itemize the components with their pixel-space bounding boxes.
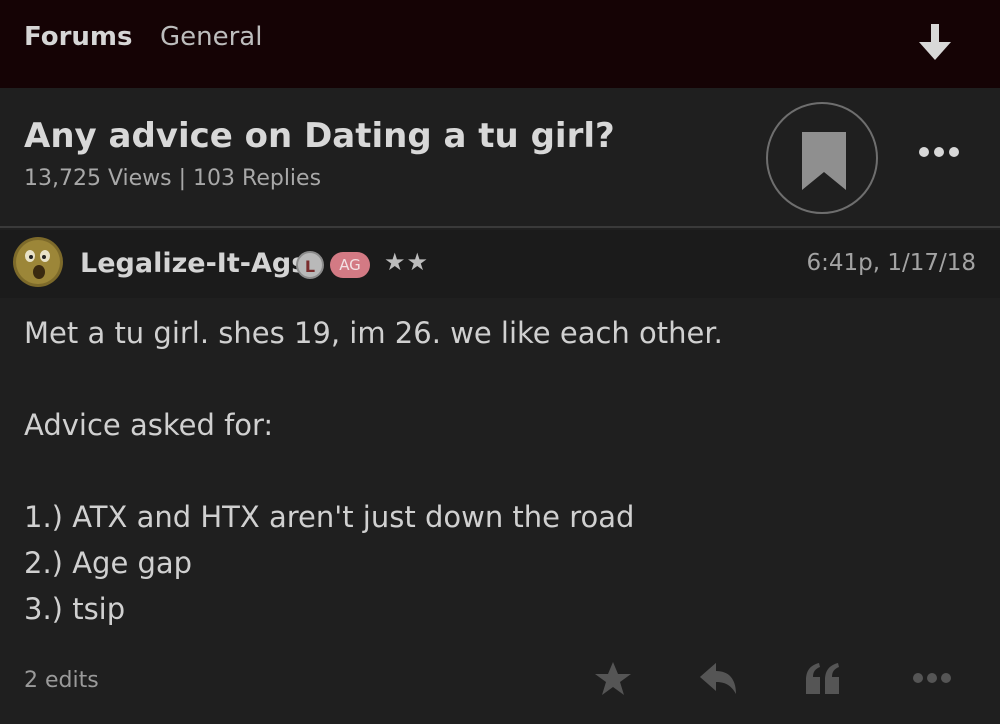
quote-icon[interactable] (804, 660, 842, 702)
post-line: Advice asked for: (24, 408, 274, 442)
reply-icon[interactable] (698, 660, 738, 702)
thread-stats: 13,725 Views | 103 Replies (24, 166, 322, 191)
breadcrumb-forums[interactable]: Forums (24, 22, 132, 52)
bookmark-icon (802, 132, 846, 190)
badge-l-text: L (304, 257, 316, 276)
arrow-down-icon[interactable] (914, 20, 956, 64)
top-navigation-bar: Forums General (0, 0, 1000, 88)
thread-header: Any advice on Dating a tu girl? 13,725 V… (0, 88, 1000, 228)
bookmark-button[interactable] (766, 102, 878, 214)
thread-title: Any advice on Dating a tu girl? (24, 116, 615, 156)
post-line: Met a tu girl. shes 19, im 26. we like e… (24, 316, 723, 350)
badge-ag: AG (330, 252, 370, 278)
post-line: 3.) tsip (24, 592, 126, 626)
rating-stars: ★★ (384, 248, 430, 276)
avatar[interactable] (12, 236, 64, 288)
post-timestamp: 6:41p, 1/17/18 (806, 250, 976, 276)
more-icon[interactable] (912, 670, 952, 689)
breadcrumb-general[interactable]: General (160, 22, 262, 52)
star-icon[interactable] (594, 660, 632, 702)
badge-l: L (296, 251, 324, 279)
edits-link[interactable]: 2 edits (24, 668, 99, 693)
post-author[interactable]: Legalize-It-Ags (80, 248, 307, 279)
post-line: 2.) Age gap (24, 546, 193, 580)
post-line: 1.) ATX and HTX aren't just down the roa… (24, 500, 635, 534)
more-horizontal-icon[interactable] (918, 144, 960, 160)
